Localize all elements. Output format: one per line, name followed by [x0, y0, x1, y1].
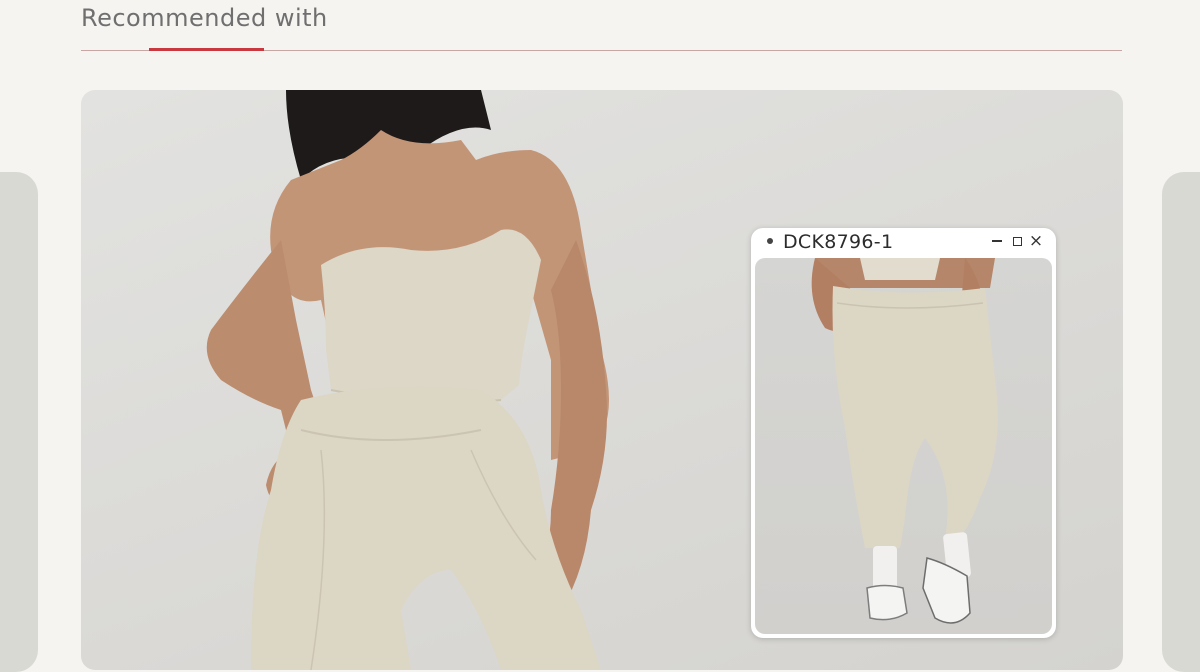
minimize-icon[interactable]: [989, 233, 1005, 249]
product-preview-window[interactable]: DCK8796-1 ×: [751, 228, 1056, 638]
maximize-icon[interactable]: [1009, 233, 1025, 249]
carousel-next-slide[interactable]: [1162, 172, 1200, 672]
leggings-photo: [811, 258, 998, 624]
bullet-icon: [767, 238, 773, 244]
card-title-bar: DCK8796-1 ×: [751, 228, 1056, 256]
section-title: Recommended with: [81, 4, 328, 32]
product-thumbnail[interactable]: [755, 258, 1052, 634]
close-icon[interactable]: ×: [1028, 232, 1044, 249]
title-accent-bar: [149, 48, 264, 51]
product-code: DCK8796-1: [783, 231, 894, 253]
carousel-prev-slide[interactable]: [0, 172, 38, 672]
